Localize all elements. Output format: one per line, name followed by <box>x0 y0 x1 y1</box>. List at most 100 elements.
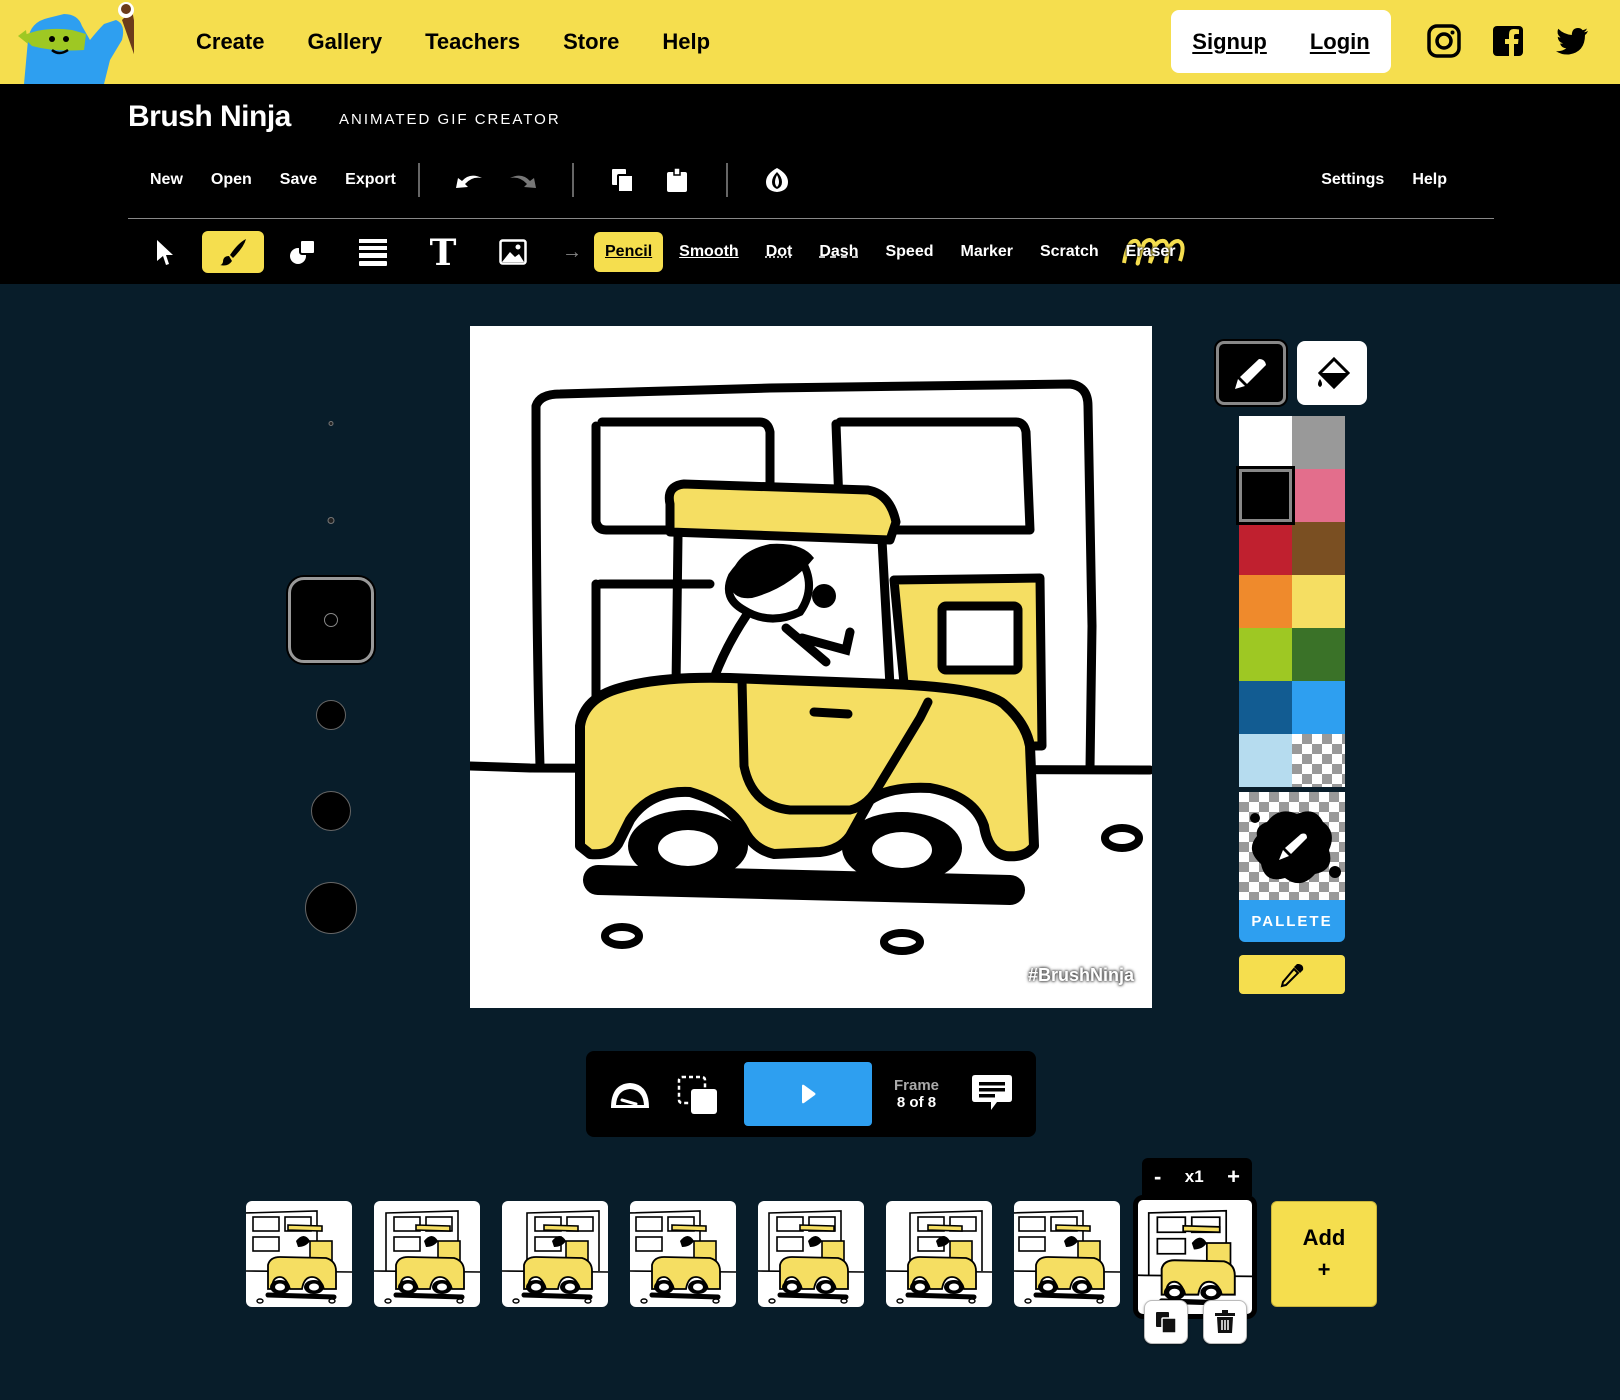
brush-size-6[interactable] <box>305 882 357 934</box>
brush-size-3-selected[interactable] <box>288 577 374 663</box>
color-swatch[interactable] <box>1239 734 1292 787</box>
fill-mode-button[interactable] <box>1297 341 1367 405</box>
instagram-icon[interactable] <box>1427 24 1461 58</box>
menu-divider <box>417 163 420 197</box>
play-icon <box>802 1084 816 1104</box>
frame-thumbnail-image <box>886 1210 992 1304</box>
arrow-right-icon: → <box>562 240 582 263</box>
frame-label: Frame <box>894 1077 940 1094</box>
app-header: Brush Ninja ANIMATED GIF CREATOR New Ope… <box>0 84 1620 284</box>
frame-thumbnail-image <box>630 1210 736 1304</box>
brush-dash[interactable]: Dash <box>819 243 858 261</box>
play-button[interactable] <box>744 1062 872 1126</box>
custom-color-button[interactable] <box>1239 792 1345 900</box>
duration-value: x1 <box>1184 1167 1204 1186</box>
frame-thumbnail[interactable] <box>758 1201 864 1307</box>
add-frame-label: Add <box>1302 1225 1346 1250</box>
cursor-icon <box>157 240 173 265</box>
color-swatch[interactable] <box>1292 575 1345 628</box>
color-swatch[interactable] <box>1239 681 1292 734</box>
nav-teachers[interactable]: Teachers <box>425 29 520 55</box>
frame-thumbnail[interactable] <box>630 1201 736 1307</box>
brush-marker[interactable]: Marker <box>960 243 1012 261</box>
comment-button[interactable] <box>970 1073 1014 1113</box>
color-swatch[interactable] <box>1239 522 1292 575</box>
brush-pencil[interactable]: Pencil <box>594 232 664 272</box>
frame-thumbnail[interactable] <box>246 1201 352 1307</box>
color-swatch[interactable] <box>1239 416 1292 469</box>
add-frame-button[interactable]: Add + <box>1271 1201 1377 1307</box>
delete-frame-button[interactable] <box>1203 1300 1247 1344</box>
brush-eraser[interactable]: Eraser <box>1121 238 1185 266</box>
text-tool[interactable]: T <box>412 231 474 273</box>
login-link[interactable]: Login <box>1310 29 1370 55</box>
brush-tool[interactable] <box>202 231 264 273</box>
nav-create[interactable]: Create <box>196 29 264 55</box>
playback-bar: Frame 8 of 8 <box>586 1051 1036 1137</box>
twitter-icon[interactable] <box>1555 24 1589 58</box>
nav-gallery[interactable]: Gallery <box>307 29 382 55</box>
duration-decrease-button[interactable]: - <box>1154 1164 1161 1190</box>
frame-thumbnail[interactable] <box>886 1201 992 1307</box>
color-swatch[interactable] <box>1292 469 1345 522</box>
signup-link[interactable]: Signup <box>1192 29 1267 55</box>
svg-text:T: T <box>430 236 457 268</box>
brush-size-4[interactable] <box>316 700 346 730</box>
duration-increase-button[interactable]: + <box>1227 1164 1240 1190</box>
layers-tool[interactable] <box>342 231 404 273</box>
app-title: Brush Ninja <box>128 100 291 133</box>
menu-divider <box>725 163 728 197</box>
color-swatch[interactable] <box>1239 469 1292 522</box>
image-tool[interactable] <box>482 231 544 273</box>
brush-smooth[interactable]: Smooth <box>679 243 739 261</box>
color-swatch[interactable] <box>1292 416 1345 469</box>
color-swatch[interactable] <box>1292 522 1345 575</box>
drawing-canvas[interactable]: #BrushNinja <box>470 326 1152 1008</box>
brush-size-5[interactable] <box>311 791 351 831</box>
select-tool[interactable] <box>150 231 180 273</box>
save-button[interactable]: Save <box>280 171 317 189</box>
pencil-mode-button[interactable] <box>1216 341 1286 405</box>
frame-thumbnail-image <box>374 1210 480 1304</box>
color-swatch[interactable] <box>1292 628 1345 681</box>
color-swatch[interactable] <box>1292 681 1345 734</box>
redo-icon <box>509 175 536 188</box>
duplicate-icon <box>1156 1312 1177 1334</box>
copy-button[interactable] <box>606 163 640 197</box>
color-swatch[interactable] <box>1239 575 1292 628</box>
onion-skin-icon <box>765 168 788 192</box>
brush-size-2[interactable] <box>327 517 335 524</box>
brush-scratch[interactable]: Scratch <box>1040 243 1099 261</box>
color-swatch-transparent[interactable] <box>1292 734 1345 787</box>
speed-button[interactable] <box>608 1075 652 1115</box>
settings-button[interactable]: Settings <box>1321 171 1384 189</box>
pallete-button[interactable]: PALLETE <box>1239 900 1345 942</box>
duplicate-frame-button[interactable] <box>1144 1300 1188 1344</box>
open-button[interactable]: Open <box>211 171 252 189</box>
redo-button[interactable] <box>506 163 540 197</box>
frame-thumbnail[interactable] <box>502 1201 608 1307</box>
new-button[interactable]: New <box>150 171 183 189</box>
paste-icon <box>666 167 687 192</box>
undo-button[interactable] <box>452 163 486 197</box>
frame-thumbnail[interactable] <box>1014 1201 1120 1307</box>
onion-skin-button[interactable] <box>760 163 794 197</box>
onion-frame-button[interactable] <box>676 1075 720 1115</box>
facebook-icon[interactable] <box>1491 24 1525 58</box>
brush-dot[interactable]: Dot <box>766 243 793 261</box>
brush-size-1[interactable] <box>328 421 334 426</box>
eyedropper-button[interactable] <box>1239 955 1345 994</box>
nav-help[interactable]: Help <box>662 29 710 55</box>
help-button[interactable]: Help <box>1412 171 1447 189</box>
paint-splat-icon <box>1250 811 1341 884</box>
frame-thumbnail[interactable] <box>374 1201 480 1307</box>
color-swatch[interactable] <box>1239 628 1292 681</box>
frame-thumbnail-image <box>758 1210 864 1304</box>
paste-button[interactable] <box>660 163 694 197</box>
shapes-tool[interactable] <box>272 231 334 273</box>
brush-speed[interactable]: Speed <box>885 243 933 261</box>
nav-store[interactable]: Store <box>563 29 619 55</box>
brush-ninja-logo[interactable] <box>14 0 134 84</box>
speedometer-icon <box>611 1083 649 1108</box>
export-button[interactable]: Export <box>345 171 396 189</box>
